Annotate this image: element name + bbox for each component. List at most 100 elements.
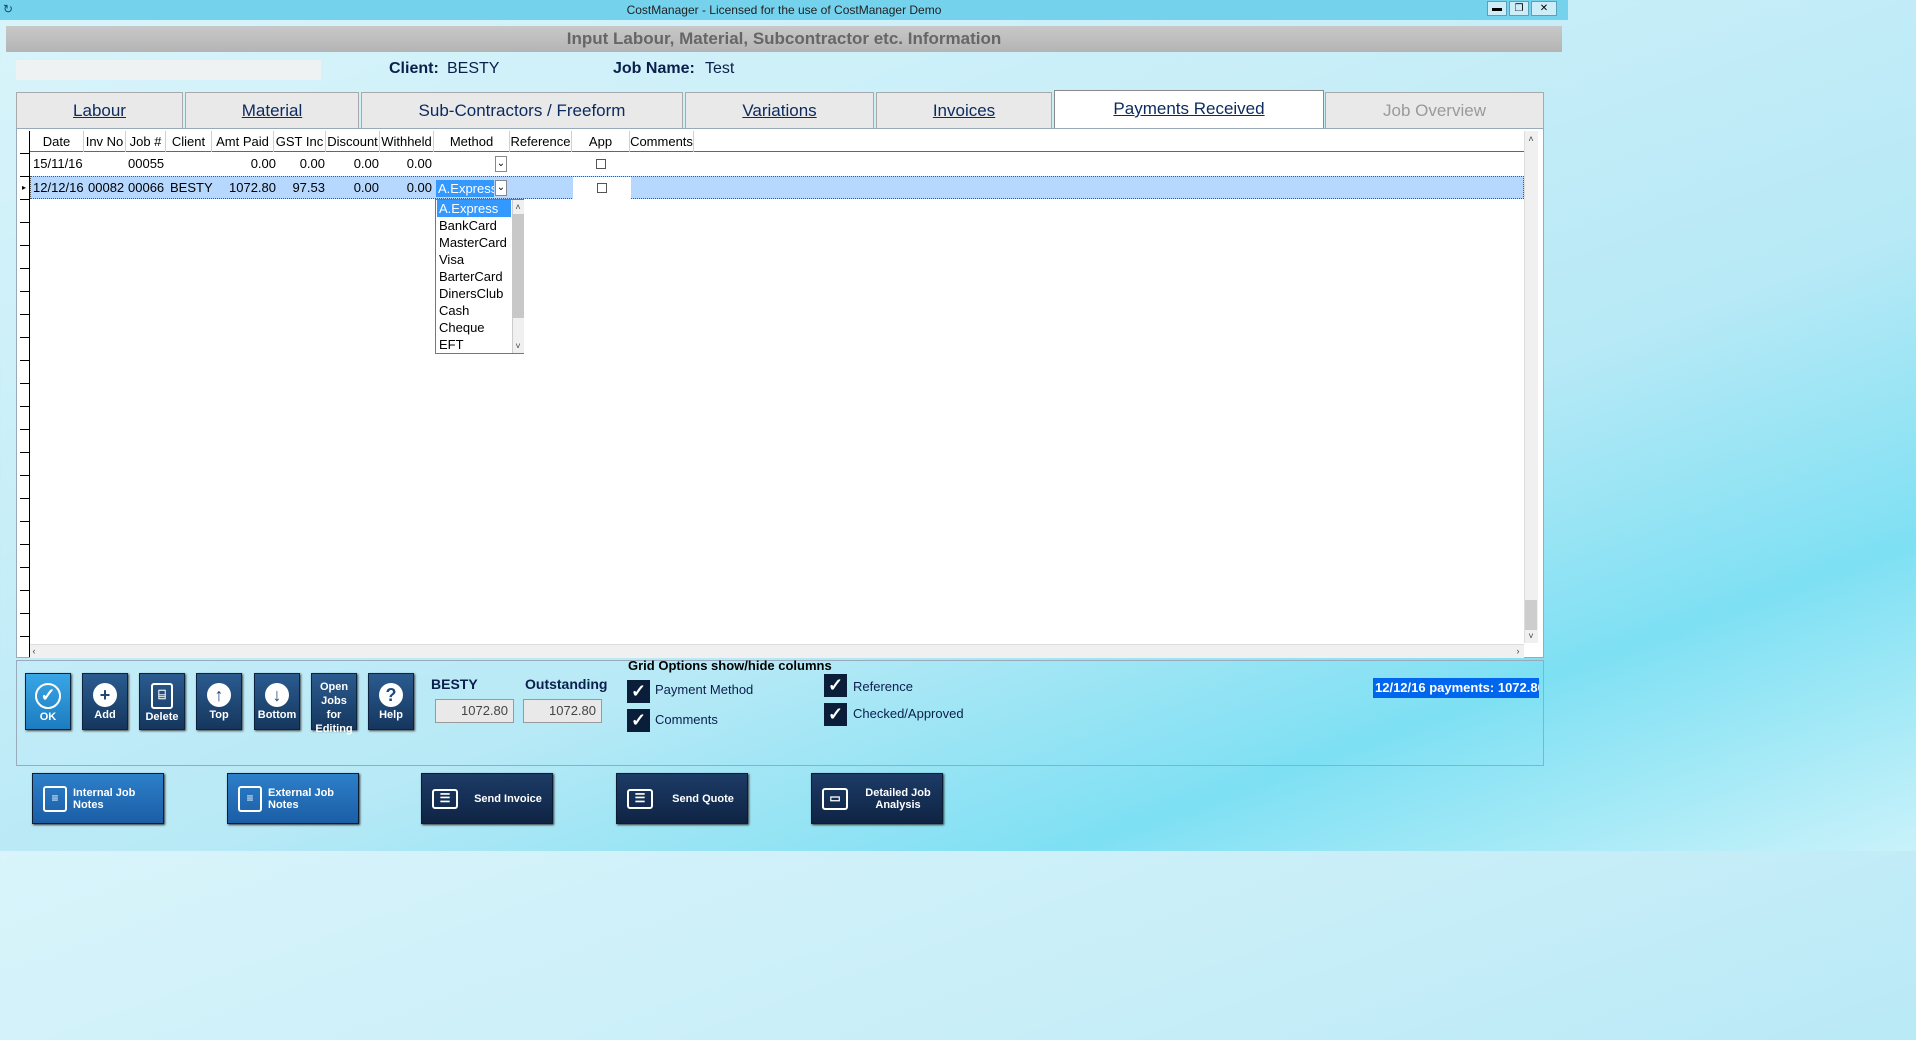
col-comments[interactable]: Comments bbox=[630, 131, 694, 152]
send-invoice-button[interactable]: ☰ Send Invoice bbox=[421, 773, 553, 824]
col-inv-no[interactable]: Inv No bbox=[84, 131, 126, 152]
external-job-notes-button[interactable]: ≡ External Job Notes bbox=[227, 773, 359, 824]
method-dropdown-button[interactable]: ⌄ bbox=[495, 156, 507, 172]
page-title: Input Labour, Material, Subcontractor et… bbox=[566, 29, 1002, 48]
row-separator bbox=[20, 199, 30, 200]
help-button[interactable]: ? Help bbox=[368, 673, 414, 730]
scroll-down-icon[interactable]: ˅ bbox=[1525, 630, 1537, 642]
app-icon[interactable]: ↻ bbox=[3, 2, 17, 16]
bottom-panel bbox=[16, 660, 1544, 766]
col-gst-inc[interactable]: GST Inc bbox=[274, 131, 326, 152]
chevron-down-icon[interactable]: ˅ bbox=[512, 340, 524, 352]
checked-approved-checkbox[interactable]: ✓ bbox=[824, 703, 847, 726]
cell-date[interactable]: 15/11/16 bbox=[33, 153, 83, 175]
send-quote-button[interactable]: ☰ Send Quote bbox=[616, 773, 748, 824]
scroll-left-icon[interactable]: ‹ bbox=[28, 645, 40, 657]
dropdown-option[interactable]: MasterCard bbox=[437, 234, 511, 251]
dropdown-option[interactable]: DinersClub bbox=[437, 285, 511, 302]
cell-discount[interactable]: 0.00 bbox=[326, 153, 379, 175]
dropdown-option[interactable]: A.Express bbox=[437, 200, 511, 217]
dropdown-option[interactable]: BankCard bbox=[437, 217, 511, 234]
ok-button[interactable]: ✓ OK bbox=[25, 673, 71, 730]
restore-button[interactable]: ❐ bbox=[1509, 1, 1529, 16]
tab-payments-received[interactable]: Payments Received bbox=[1054, 90, 1324, 128]
col-app[interactable]: App bbox=[572, 131, 630, 152]
scroll-thumb[interactable] bbox=[1525, 600, 1537, 630]
cell-inv-no[interactable]: 00082 bbox=[88, 177, 124, 199]
document-icon: ≡ bbox=[43, 785, 67, 812]
top-button[interactable]: ↑ Top bbox=[196, 673, 242, 730]
cell-withheld[interactable]: 0.00 bbox=[381, 177, 432, 199]
external-notes-label: External Job Notes bbox=[268, 786, 335, 811]
reference-checkbox[interactable]: ✓ bbox=[824, 674, 847, 697]
bottom-button[interactable]: ↓ Bottom bbox=[254, 673, 300, 730]
info-field bbox=[16, 60, 321, 80]
cell-amt-paid[interactable]: 1072.80 bbox=[213, 177, 276, 199]
tab-material[interactable]: Material bbox=[185, 92, 359, 128]
col-withheld[interactable]: Withheld bbox=[380, 131, 434, 152]
horizontal-scrollbar[interactable] bbox=[30, 644, 1524, 658]
cell-date[interactable]: 12/12/16 bbox=[33, 177, 84, 199]
tab-invoices[interactable]: Invoices bbox=[876, 92, 1052, 128]
close-button[interactable]: ✕ bbox=[1531, 1, 1557, 16]
cell-amt-paid[interactable]: 0.00 bbox=[212, 153, 276, 175]
detailed-job-analysis-button[interactable]: ▭ Detailed Job Analysis bbox=[811, 773, 943, 824]
row-separator bbox=[20, 291, 30, 292]
tab-job-overview[interactable]: Job Overview bbox=[1325, 92, 1544, 128]
cell-discount[interactable]: 0.00 bbox=[327, 177, 379, 199]
open-jobs-button[interactable]: Open Jobs for Editing bbox=[311, 673, 357, 735]
dropdown-option[interactable]: Cheque bbox=[437, 319, 511, 336]
cell-job[interactable]: 00066 bbox=[128, 177, 164, 199]
method-dropdown-button[interactable]: ⌄ bbox=[495, 180, 507, 196]
col-job[interactable]: Job # bbox=[126, 131, 166, 152]
row-selector-column bbox=[20, 131, 30, 657]
cell-withheld[interactable]: 0.00 bbox=[380, 153, 432, 175]
check-icon: ✓ bbox=[35, 683, 61, 709]
add-button[interactable]: + Add bbox=[82, 673, 128, 730]
col-amt-paid[interactable]: Amt Paid bbox=[212, 131, 274, 152]
vertical-scrollbar[interactable] bbox=[1524, 131, 1538, 643]
document-icon: ≡ bbox=[238, 785, 262, 812]
method-input[interactable]: A.Express bbox=[436, 180, 494, 197]
minimize-button[interactable]: ▬ bbox=[1487, 1, 1507, 16]
client-total-field: 1072.80 bbox=[435, 699, 514, 723]
col-date[interactable]: Date bbox=[30, 131, 84, 152]
table-row-selected[interactable]: ▸ 12/12/16 00082 00066 BESTY 1072.80 97.… bbox=[22, 176, 1524, 200]
comments-label: Comments bbox=[655, 712, 718, 727]
tab-label: Labour bbox=[73, 101, 126, 120]
ok-label: OK bbox=[39, 711, 57, 723]
cell-gst-inc[interactable]: 97.53 bbox=[275, 177, 325, 199]
dropdown-option[interactable]: Cash bbox=[437, 302, 511, 319]
dropdown-option[interactable]: EFT bbox=[437, 336, 511, 353]
tab-subcontractors[interactable]: Sub-Contractors / Freeform bbox=[361, 92, 683, 128]
tab-labour[interactable]: Labour bbox=[16, 92, 183, 128]
col-client[interactable]: Client bbox=[166, 131, 212, 152]
table-row[interactable]: 15/11/16 00055 0.00 0.00 0.00 0.00 ⌄ bbox=[30, 153, 1524, 176]
scroll-up-icon[interactable]: ˄ bbox=[1525, 133, 1537, 145]
cell-client[interactable]: BESTY bbox=[170, 177, 213, 199]
row-separator bbox=[20, 498, 30, 499]
delete-button[interactable]: ⌸ Delete bbox=[139, 673, 185, 730]
app-checkbox[interactable] bbox=[597, 183, 607, 193]
app-checkbox[interactable] bbox=[596, 159, 606, 169]
tab-variations[interactable]: Variations bbox=[685, 92, 874, 128]
dropdown-option[interactable]: Visa bbox=[437, 251, 511, 268]
col-reference[interactable]: Reference bbox=[510, 131, 572, 152]
dropdown-option[interactable]: BarterCard bbox=[437, 268, 511, 285]
tab-label: Payments Received bbox=[1113, 99, 1265, 118]
col-method[interactable]: Method bbox=[434, 131, 510, 152]
internal-job-notes-button[interactable]: ≡ Internal Job Notes bbox=[32, 773, 164, 824]
row-separator bbox=[20, 429, 30, 430]
comments-checkbox[interactable]: ✓ bbox=[627, 709, 650, 732]
col-discount[interactable]: Discount bbox=[326, 131, 380, 152]
payment-method-label: Payment Method bbox=[655, 682, 754, 697]
job-name-value: Test bbox=[705, 60, 735, 77]
chevron-up-icon[interactable]: ˄ bbox=[512, 201, 524, 213]
method-dropdown-list[interactable]: A.Express BankCard MasterCard Visa Barte… bbox=[435, 199, 524, 354]
cell-job[interactable]: 00055 bbox=[128, 153, 164, 175]
cell-gst-inc[interactable]: 0.00 bbox=[274, 153, 325, 175]
scroll-right-icon[interactable]: › bbox=[1512, 645, 1524, 657]
payment-method-checkbox[interactable]: ✓ bbox=[627, 680, 650, 703]
dropdown-scroll-thumb[interactable] bbox=[512, 214, 524, 318]
delete-label: Delete bbox=[145, 711, 179, 723]
